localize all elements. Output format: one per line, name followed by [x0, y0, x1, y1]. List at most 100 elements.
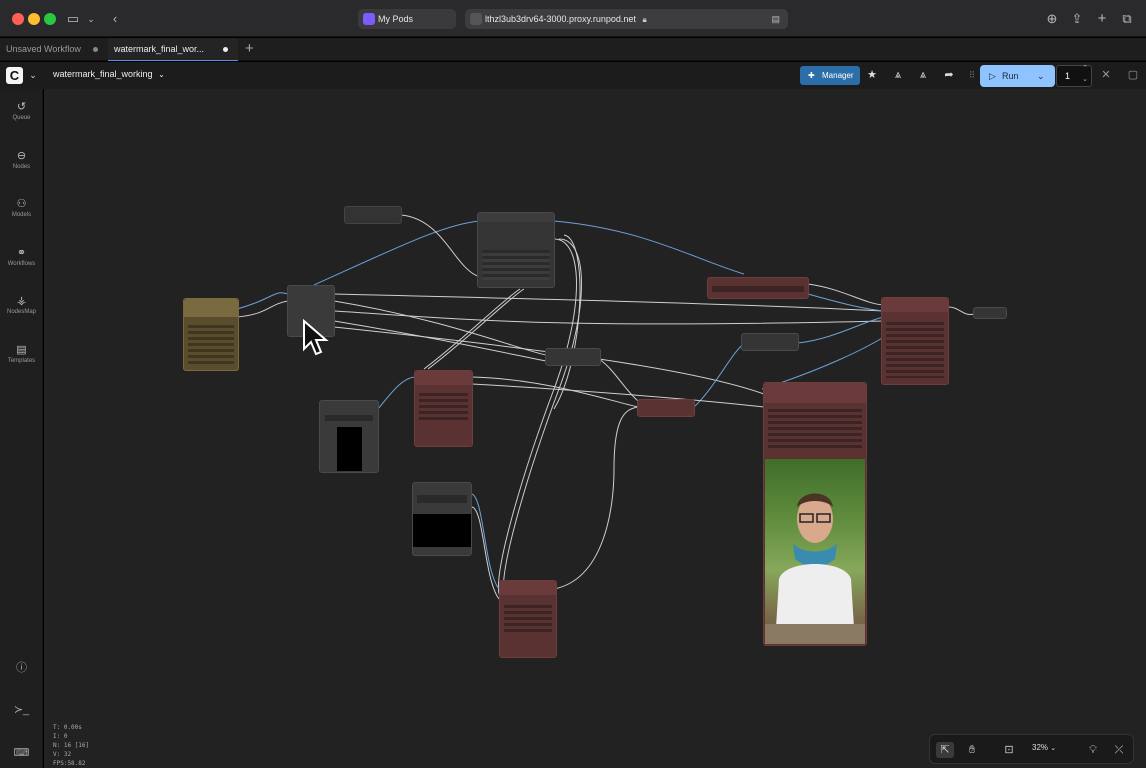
comfy-logo-icon[interactable]: C [6, 67, 23, 84]
node-header [415, 371, 472, 385]
terminal-icon[interactable]: ≻_ [0, 703, 43, 716]
canvas-node[interactable] [741, 333, 799, 351]
link-visibility-icon[interactable]: ⤫ [1110, 742, 1128, 758]
lightbulb-icon[interactable]: 💡︎ [1084, 742, 1102, 758]
canvas-node[interactable] [414, 370, 473, 447]
chevron-down-icon[interactable]: ⌄ [24, 67, 42, 84]
canvas-node[interactable] [412, 482, 472, 556]
comfy-toolbar: C ⌄ watermark_final_working ⌄ ✚ Manager … [0, 62, 1146, 89]
canvas-node[interactable] [545, 348, 601, 366]
reader-icon[interactable]: ▤ [771, 9, 780, 29]
select-tool-icon[interactable]: ⇱ [936, 742, 954, 758]
keyboard-icon[interactable]: ⌨ [0, 746, 43, 759]
address-bar[interactable]: lthzl3ub3drv64-3000.proxy.runpod.net 🔒︎ … [465, 9, 788, 29]
workflow-name-menu[interactable]: watermark_final_working ⌄ [53, 69, 165, 79]
link [377, 376, 417, 410]
workflow-name: watermark_final_working [53, 69, 153, 79]
canvas-node[interactable] [319, 400, 379, 473]
workflow-tab-bar: Unsaved Workflow watermark_final_wor... … [0, 38, 1146, 61]
canvas-node[interactable] [973, 307, 1007, 319]
help-icon[interactable]: ⓘ [0, 659, 43, 675]
model-alt-icon[interactable]: ⩓ [914, 67, 932, 84]
hand-tool-icon[interactable]: ✋︎ [963, 742, 981, 758]
canvas-node[interactable] [499, 580, 557, 658]
run-button[interactable]: ▷ Run ⌄ [980, 65, 1055, 87]
close-window-button[interactable] [12, 13, 24, 25]
sidebar-toggle-icon[interactable]: ▭ [64, 10, 82, 28]
node-links [236, 214, 975, 600]
nodesmap-icon: ⚶ [16, 295, 27, 307]
zoom-window-button[interactable] [44, 13, 56, 25]
tab-watermark-final-working[interactable]: watermark_final_wor... [108, 38, 238, 61]
sidebar-item-nodesmap[interactable]: ⚶ NodesMap [0, 294, 43, 334]
canvas-node[interactable] [477, 212, 555, 288]
link [423, 288, 521, 370]
zoom-level-menu[interactable]: 32% ⌄ [1032, 743, 1056, 752]
tab-unsaved-workflow[interactable]: Unsaved Workflow [0, 38, 106, 61]
link [236, 292, 289, 310]
star-icon[interactable]: ★ [863, 67, 881, 84]
tab-label: watermark_final_wor... [114, 44, 205, 54]
unsaved-dot-icon [223, 47, 228, 52]
sidebar-item-models[interactable]: ⚇ Models [0, 197, 43, 237]
sidebar-item-workflows[interactable]: ⚭ Workflows [0, 246, 43, 286]
downloads-icon[interactable]: ⊕ [1043, 10, 1061, 28]
sidebar-item-templates[interactable]: ▤ Templates [0, 343, 43, 383]
left-sidebar: ↺ Queue ⊖ Nodes ⚇ Models ⚭ Workflows ⚶ N… [0, 89, 43, 768]
play-icon: ▷ [989, 71, 996, 81]
minimize-window-button[interactable] [28, 13, 40, 25]
batch-count-input[interactable]: 1 ⌃ ⌄ [1056, 65, 1092, 87]
canvas-node[interactable] [707, 277, 809, 299]
chevron-down-icon: ⌄ [158, 70, 165, 79]
manager-button[interactable]: ✚ Manager [800, 66, 860, 85]
link [471, 493, 500, 590]
panel-icon[interactable]: ▢ [1124, 67, 1142, 84]
tab-overview-icon[interactable]: ⧉ [1118, 10, 1136, 28]
tab-label: Unsaved Workflow [6, 44, 81, 54]
graph-canvas[interactable]: T: 0.00s I: 0 N: 16 [16] V: 32 FPS:58.82… [44, 89, 1146, 768]
fit-view-icon[interactable]: ⊡ [1000, 742, 1018, 758]
node-header [882, 298, 948, 312]
chevron-down-icon[interactable]: ⌄ [1037, 65, 1045, 87]
model-icon[interactable]: ⩓ [889, 67, 907, 84]
link [797, 316, 885, 344]
link [471, 383, 765, 408]
node-widgets [419, 393, 468, 423]
node-widgets [482, 250, 550, 280]
drag-handle-icon[interactable]: ⠿ [963, 67, 981, 84]
share-arrow-icon[interactable]: ➦ [940, 67, 958, 84]
batch-count-value: 1 [1065, 71, 1071, 81]
canvas-node[interactable] [881, 297, 949, 385]
link [400, 214, 481, 278]
stat-nodes: N: 16 [16] [53, 742, 90, 749]
canvas-node[interactable] [637, 399, 695, 417]
close-icon[interactable]: ✕ [1097, 67, 1115, 84]
templates-icon: ▤ [16, 344, 27, 356]
zoom-value: 32% [1032, 743, 1049, 752]
canvas-node[interactable] [183, 298, 239, 371]
sidebar-item-queue[interactable]: ↺ Queue [0, 100, 43, 140]
link [553, 406, 639, 590]
stepper-icon[interactable]: ⌃ ⌄ [1082, 63, 1088, 85]
browser-tab-my-pods[interactable]: My Pods [358, 9, 456, 29]
unsaved-dot-icon [93, 47, 98, 52]
link [427, 288, 525, 370]
share-icon[interactable]: ⇪ [1068, 10, 1086, 28]
site-favicon-icon [470, 13, 482, 25]
canvas-node[interactable] [344, 206, 402, 224]
mask-preview-image [413, 514, 471, 547]
link [948, 306, 975, 316]
link [598, 358, 639, 402]
lock-icon: 🔒︎ [642, 15, 647, 24]
sidebar-item-label: NodesMap [6, 309, 36, 315]
new-tab-icon[interactable]: + [1093, 10, 1111, 28]
stat-v: V: 32 [53, 751, 72, 758]
new-workflow-tab-button[interactable]: + [245, 38, 254, 61]
chevron-down-icon[interactable]: ⌄ [82, 10, 100, 28]
back-icon[interactable]: ‹ [106, 10, 124, 28]
sidebar-item-nodes[interactable]: ⊖ Nodes [0, 149, 43, 189]
link [333, 320, 547, 362]
node-widgets [768, 409, 862, 449]
link [471, 376, 639, 408]
sidebar-item-label: Templates [7, 358, 36, 364]
